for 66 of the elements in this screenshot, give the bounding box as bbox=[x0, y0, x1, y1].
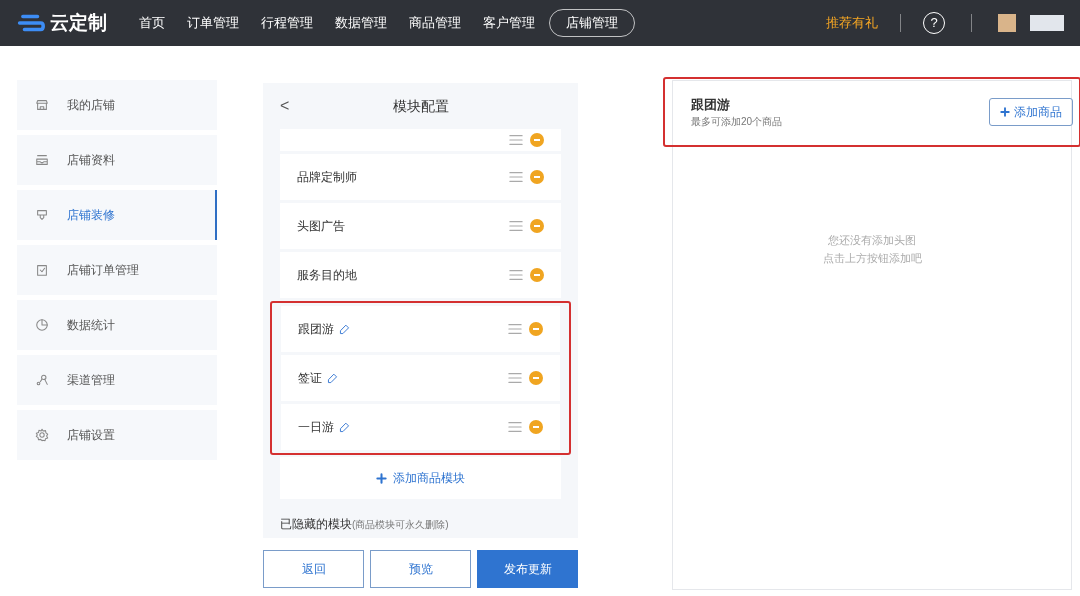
drag-handle-icon bbox=[508, 170, 524, 184]
sidebar-item[interactable]: 我的店铺 bbox=[17, 80, 217, 130]
section-title: 跟团游 bbox=[691, 95, 731, 114]
action-button[interactable]: 返回 bbox=[263, 550, 364, 588]
add-module-button[interactable]: 添加商品模块 bbox=[280, 457, 561, 499]
nav-tab[interactable]: 数据管理 bbox=[335, 13, 387, 33]
module-row[interactable]: 签证 bbox=[281, 355, 560, 401]
sidebar-item[interactable]: 渠道管理 bbox=[17, 355, 217, 405]
sidebar-item[interactable]: 店铺设置 bbox=[17, 410, 217, 460]
checklist-icon bbox=[35, 263, 49, 277]
remove-icon[interactable] bbox=[530, 219, 544, 233]
module-row[interactable]: 品牌定制师 bbox=[280, 154, 561, 200]
module-row[interactable]: 服务目的地 bbox=[280, 252, 561, 298]
drag-handle-icon bbox=[508, 133, 524, 147]
module-name: 签证 bbox=[298, 370, 322, 387]
module-name: 头图广告 bbox=[297, 218, 345, 235]
drag-handle-icon bbox=[507, 322, 523, 336]
module-name: 品牌定制师 bbox=[297, 169, 357, 186]
nav-tab[interactable]: 首页 bbox=[139, 13, 165, 33]
module-name: 一日游 bbox=[298, 419, 334, 436]
nav-tab[interactable]: 行程管理 bbox=[261, 13, 313, 33]
remove-icon[interactable] bbox=[529, 371, 543, 385]
action-button[interactable]: 发布更新 bbox=[477, 550, 578, 588]
pencil-icon bbox=[326, 371, 339, 385]
sidebar-item[interactable]: 数据统计 bbox=[17, 300, 217, 350]
remove-icon[interactable] bbox=[530, 170, 544, 184]
store-icon bbox=[35, 98, 49, 112]
action-button[interactable]: 预览 bbox=[370, 550, 471, 588]
remove-icon[interactable] bbox=[530, 133, 544, 147]
drag-handle-icon bbox=[507, 371, 523, 385]
remove-icon[interactable] bbox=[529, 322, 543, 336]
plus-icon bbox=[1000, 107, 1010, 117]
drag-handle-icon bbox=[508, 219, 524, 233]
logo-text: 云定制 bbox=[50, 10, 107, 35]
nav-tab[interactable]: 商品管理 bbox=[409, 13, 461, 33]
nodes-icon bbox=[35, 373, 49, 387]
module-row[interactable]: 头图广告 bbox=[280, 203, 561, 249]
back-button[interactable]: < bbox=[280, 94, 290, 118]
pie-chart-icon bbox=[35, 318, 49, 332]
remove-icon[interactable] bbox=[529, 420, 543, 434]
pencil-icon bbox=[338, 420, 351, 434]
module-name: 服务目的地 bbox=[297, 267, 357, 284]
remove-icon[interactable] bbox=[530, 268, 544, 282]
user-name-block bbox=[1030, 15, 1064, 31]
module-row[interactable]: 一日游 bbox=[281, 404, 560, 450]
sidebar-item[interactable]: 店铺资料 bbox=[17, 135, 217, 185]
drag-handle-icon bbox=[507, 420, 523, 434]
inbox-icon bbox=[35, 153, 49, 167]
module-name: 跟团游 bbox=[298, 321, 334, 338]
sidebar-item[interactable]: 店铺装修 bbox=[17, 190, 217, 240]
nav-tab[interactable]: 客户管理 bbox=[483, 13, 535, 33]
nav-tab[interactable]: 订单管理 bbox=[187, 13, 239, 33]
drag-handle-icon bbox=[508, 268, 524, 282]
section-subtitle: 最多可添加20个商品 bbox=[691, 115, 783, 130]
pencil-icon bbox=[338, 322, 351, 336]
settings-icon bbox=[35, 428, 49, 442]
empty-message: 点击上方按钮添加吧 bbox=[822, 251, 922, 266]
sidebar-item[interactable]: 店铺订单管理 bbox=[17, 245, 217, 295]
plus-icon bbox=[376, 472, 387, 484]
panel-title: 模块配置 bbox=[392, 96, 449, 116]
module-row[interactable]: 跟团游 bbox=[281, 306, 560, 352]
add-product-button[interactable]: 添加商品 bbox=[989, 98, 1073, 126]
brush-icon bbox=[35, 208, 49, 222]
empty-message: 您还没有添加头图 bbox=[828, 233, 916, 248]
hidden-modules-heading: 已隐藏的模块(商品模块可永久删除) bbox=[280, 516, 450, 533]
promo-link[interactable]: 推荐有礼 bbox=[826, 13, 878, 33]
